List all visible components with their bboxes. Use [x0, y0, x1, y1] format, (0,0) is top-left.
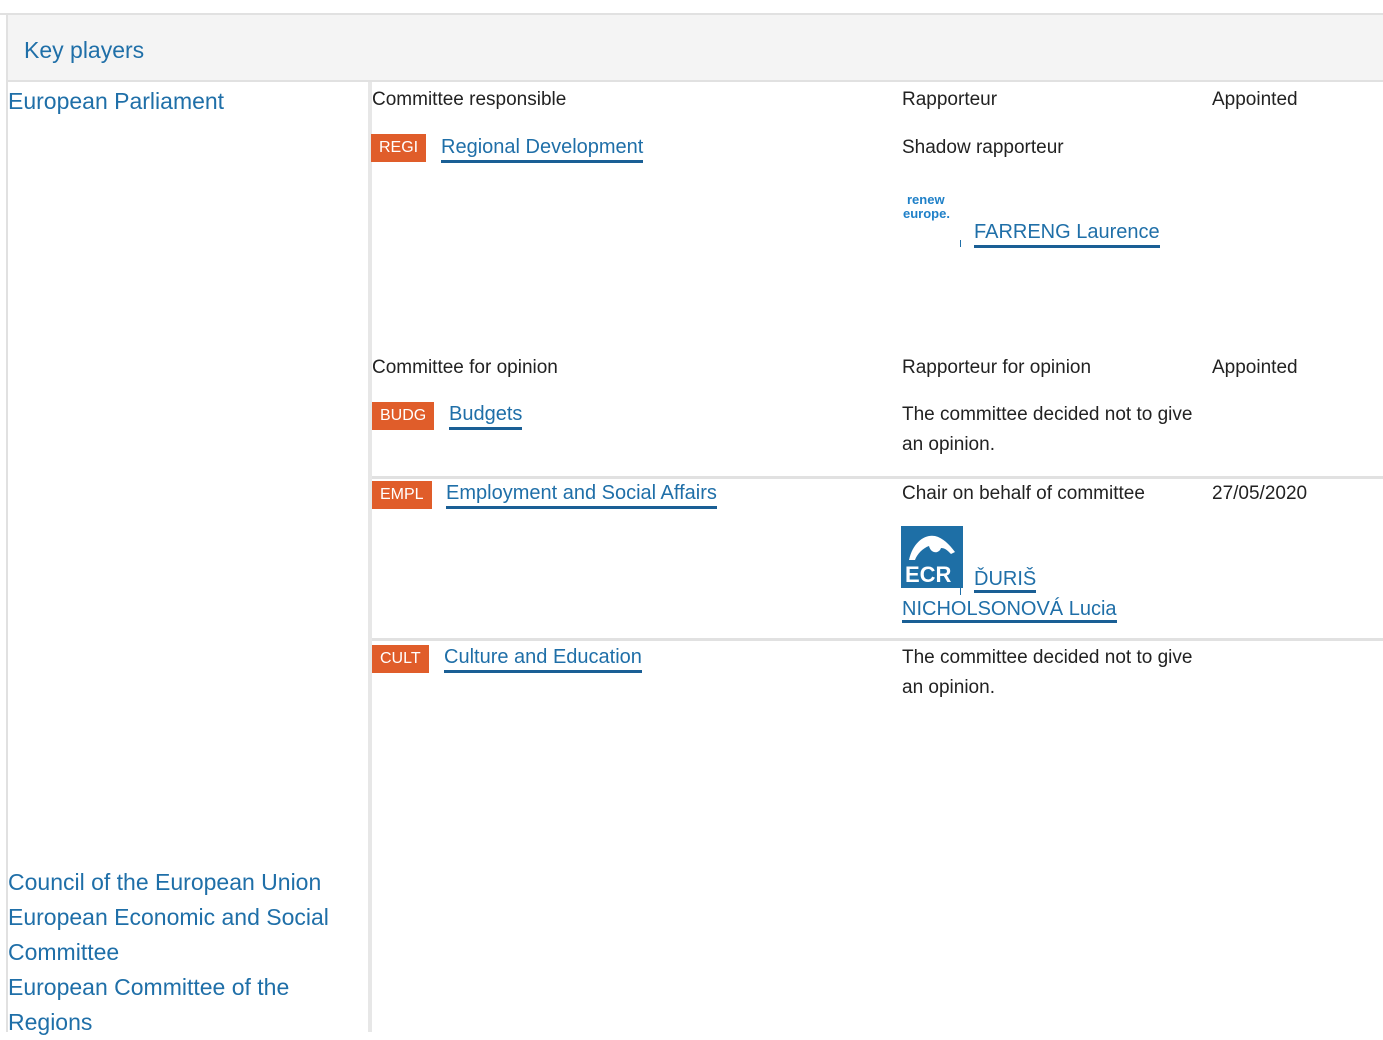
header-appointed-opinion: Appointed	[1212, 357, 1298, 378]
appointed-date: 27/05/2020	[1212, 483, 1308, 504]
cor-link[interactable]: European Committee of the Regions	[8, 974, 289, 1035]
row-divider	[372, 638, 1383, 641]
shadow-rapporteur-label: Shadow rapporteur	[902, 137, 1064, 158]
section-title: Key players	[24, 37, 145, 63]
committee-budg-link[interactable]: Budgets	[449, 401, 523, 430]
header-rapporteur: Rapporteur	[902, 89, 998, 110]
svg-text:europe.: europe.	[903, 206, 950, 221]
committee-regi-link[interactable]: Regional Development	[441, 134, 644, 163]
committee-cult-link[interactable]: Culture and Education	[444, 644, 642, 673]
header-rapporteur-opinion: Rapporteur for opinion	[902, 357, 1092, 378]
committee-code-badge: EMPL	[372, 481, 432, 509]
column-divider	[368, 82, 372, 1032]
header-appointed: Appointed	[1212, 89, 1298, 110]
rapporteur-opinion-text: Chair on behalf of committee	[902, 483, 1145, 504]
svg-text:renew: renew	[907, 192, 945, 207]
committee-empl-link[interactable]: Employment and Social Affairs	[446, 480, 717, 509]
eesc-link[interactable]: European Economic and Social Committee	[8, 904, 329, 965]
institution-ep[interactable]: European Parliament	[8, 84, 224, 119]
rapporteur-opinion-text: The committee decided not to give an opi…	[902, 647, 1193, 698]
council-link[interactable]: Council of the European Union	[8, 869, 321, 895]
institution-list: Council of the European Union European E…	[8, 865, 368, 1040]
european-parliament-link[interactable]: European Parliament	[8, 88, 224, 114]
renew-europe-logo-icon: renew europe.	[901, 180, 959, 246]
rapporteur-person-link[interactable]: ĎURIŠ NICHOLSONOVÁ Lucia	[902, 564, 1138, 624]
header-committee-responsible: Committee responsible	[372, 89, 567, 110]
rapporteur-opinion-text: The committee decided not to give an opi…	[902, 404, 1193, 455]
rapporteur-person-name: ĎURIŠ NICHOLSONOVÁ Lucia	[902, 568, 1117, 623]
logo-link-tick	[960, 240, 961, 247]
shadow-rapporteur-link[interactable]: FARRENG Laurence	[974, 219, 1160, 248]
header-committee-opinion: Committee for opinion	[372, 357, 558, 378]
committee-code-badge: BUDG	[372, 402, 435, 430]
committee-code-badge: CULT	[372, 645, 429, 673]
committee-code-badge: REGI	[371, 134, 427, 162]
key-players-header: Key players	[6, 15, 1383, 82]
